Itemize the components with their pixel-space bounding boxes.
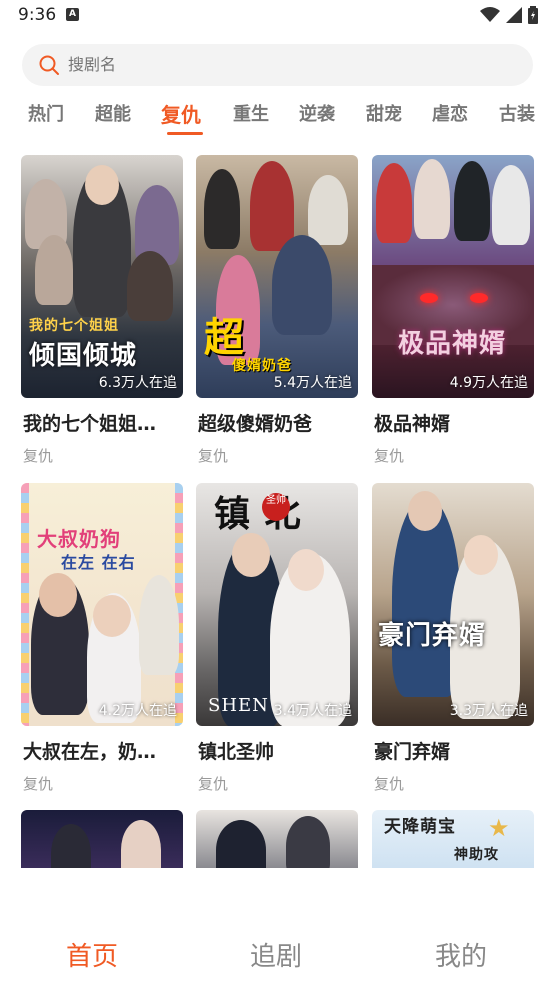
poster-art-text: 豪门弃婿 <box>378 621 487 651</box>
poster-art-text: 神助攻 <box>454 847 499 863</box>
drama-genre: 复仇 <box>374 447 405 465</box>
poster-seal: 圣帅 <box>262 493 290 521</box>
category-tabs: 热门 超能 复仇 重生 逆袭 甜宠 虐恋 古装 <box>0 96 554 144</box>
nav-following[interactable]: 追剧 <box>250 936 302 973</box>
poster-image[interactable]: 镇 北 圣帅 SHEN 3.4万人在追 <box>196 483 358 726</box>
poster-image[interactable] <box>21 810 183 868</box>
status-bar: 9:36 A <box>0 0 554 32</box>
drama-genre: 复仇 <box>23 775 54 793</box>
poster-image[interactable]: 超 傻婿奶爸 5.4万人在追 <box>196 155 358 398</box>
drama-genre: 复仇 <box>374 775 405 793</box>
poster-image[interactable]: 豪门弃婿 3.3万人在追 <box>372 483 534 726</box>
drama-title[interactable]: 大叔在左，奶… <box>23 737 185 764</box>
tab-sweet[interactable]: 甜宠 <box>366 100 402 126</box>
nav-me[interactable]: 我的 <box>435 936 487 973</box>
star-icon: ★ <box>488 814 510 842</box>
tab-comeback[interactable]: 逆袭 <box>299 100 335 126</box>
nav-home[interactable]: 首页 <box>66 936 118 973</box>
follower-count: 6.3万人在追 <box>98 375 177 391</box>
poster-image[interactable] <box>196 810 358 868</box>
status-time: 9:36 <box>18 5 57 25</box>
bottom-nav: 首页 追剧 我的 <box>0 900 554 984</box>
drama-title[interactable]: 超级傻婿奶爸 <box>198 409 360 436</box>
tab-revenge[interactable]: 复仇 <box>161 99 201 128</box>
poster-image[interactable]: 极品神婿 4.9万人在追 <box>372 155 534 398</box>
follower-count: 4.9万人在追 <box>449 375 528 391</box>
search-icon <box>39 55 59 75</box>
drama-genre: 复仇 <box>198 447 229 465</box>
tab-hot[interactable]: 热门 <box>28 100 64 126</box>
search-bar[interactable] <box>22 44 533 86</box>
poster-art-text: 天降萌宝 <box>384 817 456 837</box>
active-tab-indicator <box>167 132 203 135</box>
poster-image[interactable]: 我的七个姐姐 倾国倾城 6.3万人在追 <box>21 155 183 398</box>
signal-icon <box>506 7 522 23</box>
drama-title[interactable]: 镇北圣帅 <box>198 737 360 764</box>
follower-count: 3.4万人在追 <box>273 703 352 719</box>
drama-title[interactable]: 我的七个姐姐… <box>23 409 185 436</box>
tab-superpower[interactable]: 超能 <box>95 100 131 126</box>
follower-count: 3.3万人在追 <box>449 703 528 719</box>
poster-image[interactable]: 天降萌宝 神助攻 ★ <box>372 810 534 868</box>
notification-icon: A <box>66 8 79 21</box>
tab-tragic-love[interactable]: 虐恋 <box>432 100 468 126</box>
poster-image[interactable]: 大叔奶狗 在左 在右 4.2万人在追 <box>21 483 183 726</box>
status-icons <box>480 6 538 24</box>
follower-count: 4.2万人在追 <box>98 703 177 719</box>
search-input[interactable] <box>68 44 508 86</box>
poster-art-text: SHEN <box>208 695 269 716</box>
poster-art-text: 我的七个姐姐 <box>29 318 119 334</box>
tab-rebirth[interactable]: 重生 <box>233 100 269 126</box>
battery-icon <box>528 6 538 24</box>
drama-title[interactable]: 极品神婿 <box>374 409 536 436</box>
poster-art-text: 大叔奶狗 <box>37 527 121 551</box>
poster-art-text: 在左 在右 <box>61 553 136 572</box>
drama-genre: 复仇 <box>23 447 54 465</box>
drama-title[interactable]: 豪门弃婿 <box>374 737 536 764</box>
follower-count: 5.4万人在追 <box>273 375 352 391</box>
tab-costume[interactable]: 古装 <box>499 100 535 126</box>
wifi-icon <box>480 7 500 22</box>
poster-art-text: 极品神婿 <box>398 329 507 359</box>
poster-art-text: 倾国倾城 <box>29 341 138 371</box>
drama-genre: 复仇 <box>198 775 229 793</box>
